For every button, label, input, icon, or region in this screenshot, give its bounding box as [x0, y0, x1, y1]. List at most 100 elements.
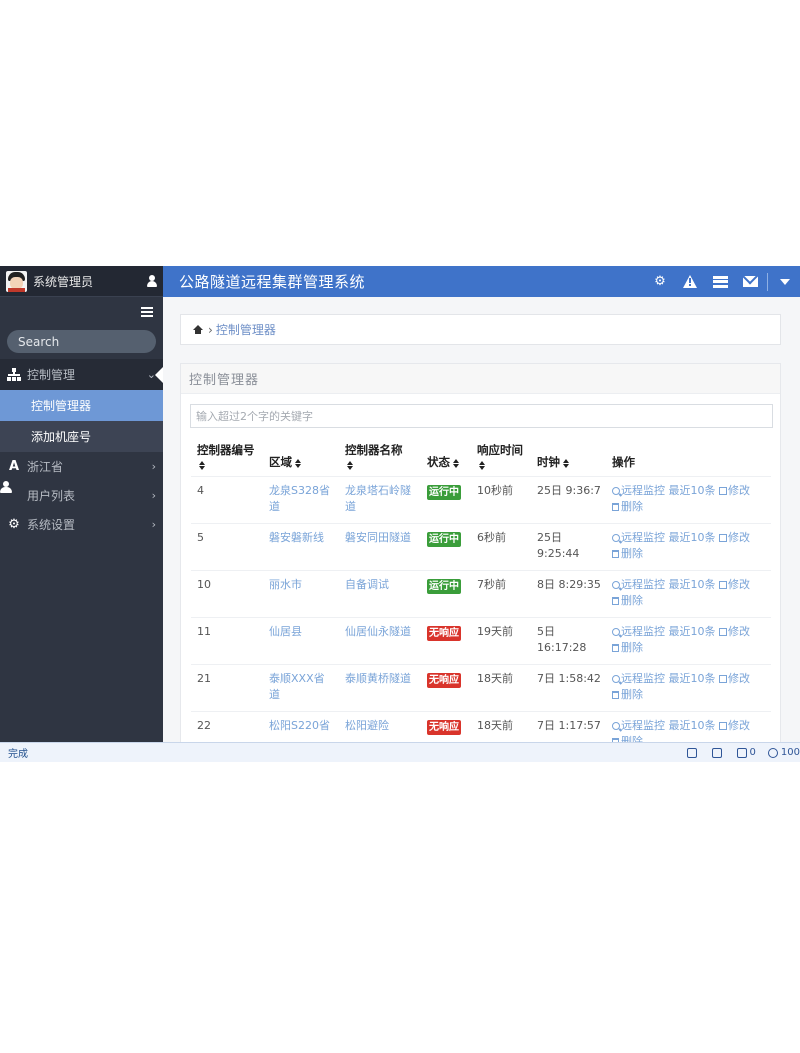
- cell-actions: 远程监控 最近10条 修改删除: [606, 476, 771, 524]
- delete-link[interactable]: 删除: [612, 500, 643, 513]
- cell-region[interactable]: 松阳S220省: [263, 711, 339, 742]
- chevron-right-icon: ›: [151, 518, 156, 531]
- sort-icon[interactable]: [199, 461, 205, 470]
- sort-icon[interactable]: [295, 458, 301, 468]
- col-header-id[interactable]: 控制器编号: [191, 440, 263, 477]
- delete-link[interactable]: 删除: [612, 735, 643, 742]
- remote-monitor-link[interactable]: 远程监控: [612, 719, 665, 732]
- speaker-icon[interactable]: [686, 747, 700, 758]
- controller-table: 控制器编号 区域 控制器名称 状态 响应时间 时钟 操作 4 龙泉S328省道 龙泉…: [191, 440, 771, 742]
- cell-name[interactable]: 松阳避险: [339, 711, 421, 742]
- sort-icon[interactable]: [563, 458, 569, 468]
- delete-link[interactable]: 删除: [612, 688, 643, 701]
- sidebar-toggle: [0, 297, 163, 326]
- table-row: 21 泰顺XXX省道 泰顺黄桥隧道 无响应 18天前 7日 1:58:42 远程监控 最近1…: [191, 664, 771, 712]
- table-row: 4 龙泉S328省道 龙泉塔石岭隧道 运行中 10秒前 25日 9:36:7 远程监控 最近…: [191, 476, 771, 524]
- delete-link[interactable]: 删除: [612, 594, 643, 607]
- col-header-response[interactable]: 响应时间: [471, 440, 531, 477]
- caret-down-icon[interactable]: [770, 266, 800, 297]
- cell-actions: 远程监控 最近10条 修改删除: [606, 617, 771, 665]
- trash-icon: [612, 597, 619, 605]
- search-icon: [612, 722, 620, 730]
- cell-region[interactable]: 泰顺XXX省道: [263, 664, 339, 712]
- sidebar-search-input[interactable]: [18, 334, 148, 349]
- cell-id: 11: [191, 617, 263, 665]
- cell-name[interactable]: 龙泉塔石岭隧道: [339, 476, 421, 524]
- edit-link[interactable]: 修改: [719, 531, 750, 544]
- sidebar: 系统管理员 控制管理 ⌄ 控制管理器 添加机座号: [0, 266, 163, 742]
- cell-name[interactable]: 仙居仙永隧道: [339, 617, 421, 665]
- chevron-down-icon: ⌄: [146, 368, 156, 381]
- recent-10-link[interactable]: 最近10条: [669, 484, 716, 497]
- recent-10-link[interactable]: 最近10条: [669, 531, 716, 544]
- table-row: 10 丽水市 自备调试 运行中 7秒前 8日 8:29:35 远程监控 最近10条 修改 删除: [191, 570, 771, 618]
- cell-name[interactable]: 自备调试: [339, 570, 421, 618]
- sidebar-subitem-add-base[interactable]: 添加机座号: [0, 421, 163, 452]
- sidebar-subitem-controller-manager[interactable]: 控制管理器: [0, 390, 163, 421]
- col-header-clock[interactable]: 时钟: [531, 440, 606, 477]
- col-header-name[interactable]: 控制器名称: [339, 440, 421, 477]
- cell-actions: 远程监控 最近10条 修改删除: [606, 711, 771, 742]
- remote-monitor-link[interactable]: 远程监控: [612, 672, 665, 685]
- status-bar: 完成 0 100: [0, 742, 800, 762]
- recent-10-link[interactable]: 最近10条: [669, 719, 716, 732]
- sidebar-item-control[interactable]: 控制管理 ⌄: [0, 359, 163, 390]
- sitemap-icon: [7, 368, 21, 382]
- remote-monitor-link[interactable]: 远程监控: [612, 531, 665, 544]
- sidebar-item-zhejiang[interactable]: A 浙江省 ›: [0, 452, 163, 481]
- edit-icon: [719, 487, 727, 495]
- briefcase-icon[interactable]: [711, 747, 725, 758]
- cell-name[interactable]: 泰顺黄桥隧道: [339, 664, 421, 712]
- sidebar-item-users[interactable]: 用户列表 ›: [0, 481, 163, 510]
- cell-actions: 远程监控 最近10条 修改删除: [606, 664, 771, 712]
- cell-name[interactable]: 磐安同田隧道: [339, 523, 421, 571]
- home-icon[interactable]: [193, 325, 203, 334]
- sort-icon[interactable]: [453, 458, 459, 468]
- edit-link[interactable]: 修改: [719, 719, 750, 732]
- delete-link[interactable]: 删除: [612, 547, 643, 560]
- delete-link[interactable]: 删除: [612, 641, 643, 654]
- server-icon[interactable]: [705, 266, 735, 297]
- edit-link[interactable]: 修改: [719, 625, 750, 638]
- edit-icon: [719, 628, 727, 636]
- cell-response: 19天前: [471, 617, 531, 665]
- cell-region[interactable]: 龙泉S328省道: [263, 476, 339, 524]
- remote-monitor-link[interactable]: 远程监控: [612, 578, 665, 591]
- table-row: 5 磐安磐新线 磐安同田隧道 运行中 6秒前 25日 9:25:44 远程监控 最近10条 …: [191, 523, 771, 571]
- warning-icon[interactable]: [675, 266, 705, 297]
- recent-10-link[interactable]: 最近10条: [669, 578, 716, 591]
- sidebar-item-settings[interactable]: ⚙ 系统设置 ›: [0, 510, 163, 539]
- cell-region[interactable]: 仙居县: [263, 617, 339, 665]
- search-icon: [612, 534, 620, 542]
- edit-link[interactable]: 修改: [719, 578, 750, 591]
- sort-icon[interactable]: [479, 461, 485, 470]
- sidebar-item-label: 浙江省: [27, 460, 64, 474]
- keyword-search-input[interactable]: [190, 404, 773, 428]
- remote-monitor-link[interactable]: 远程监控: [612, 625, 665, 638]
- col-header-status[interactable]: 状态: [421, 440, 471, 477]
- breadcrumb-current[interactable]: 控制管理器: [216, 321, 276, 338]
- remote-monitor-link[interactable]: 远程监控: [612, 484, 665, 497]
- cell-region[interactable]: 丽水市: [263, 570, 339, 618]
- main-content: › 控制管理器 控制管理器 控制器编号 区域 控制器名称 状态 响应时间 时钟 …: [163, 297, 800, 742]
- mail-icon[interactable]: [735, 266, 765, 297]
- recent-10-link[interactable]: 最近10条: [669, 672, 716, 685]
- cell-region[interactable]: 磐安磐新线: [263, 523, 339, 571]
- recent-10-link[interactable]: 最近10条: [669, 625, 716, 638]
- cell-response: 18天前: [471, 664, 531, 712]
- zoom-control[interactable]: 100: [767, 747, 800, 758]
- breadcrumb-separator: ›: [208, 322, 213, 337]
- sidebar-user[interactable]: 系统管理员: [0, 266, 163, 297]
- col-header-region[interactable]: 区域: [263, 440, 339, 477]
- edit-link[interactable]: 修改: [719, 484, 750, 497]
- table-header-row: 控制器编号 区域 控制器名称 状态 响应时间 时钟 操作: [191, 440, 771, 477]
- edit-icon: [719, 581, 727, 589]
- edit-link[interactable]: 修改: [719, 672, 750, 685]
- sort-icon[interactable]: [347, 461, 353, 470]
- user-icon[interactable]: [147, 275, 157, 287]
- zoom-icon: [767, 747, 778, 758]
- cell-status: 运行中: [421, 570, 471, 618]
- gear-icon[interactable]: ⚙: [645, 266, 675, 297]
- hamburger-icon[interactable]: [141, 306, 153, 317]
- shield-counter[interactable]: 0: [736, 747, 756, 758]
